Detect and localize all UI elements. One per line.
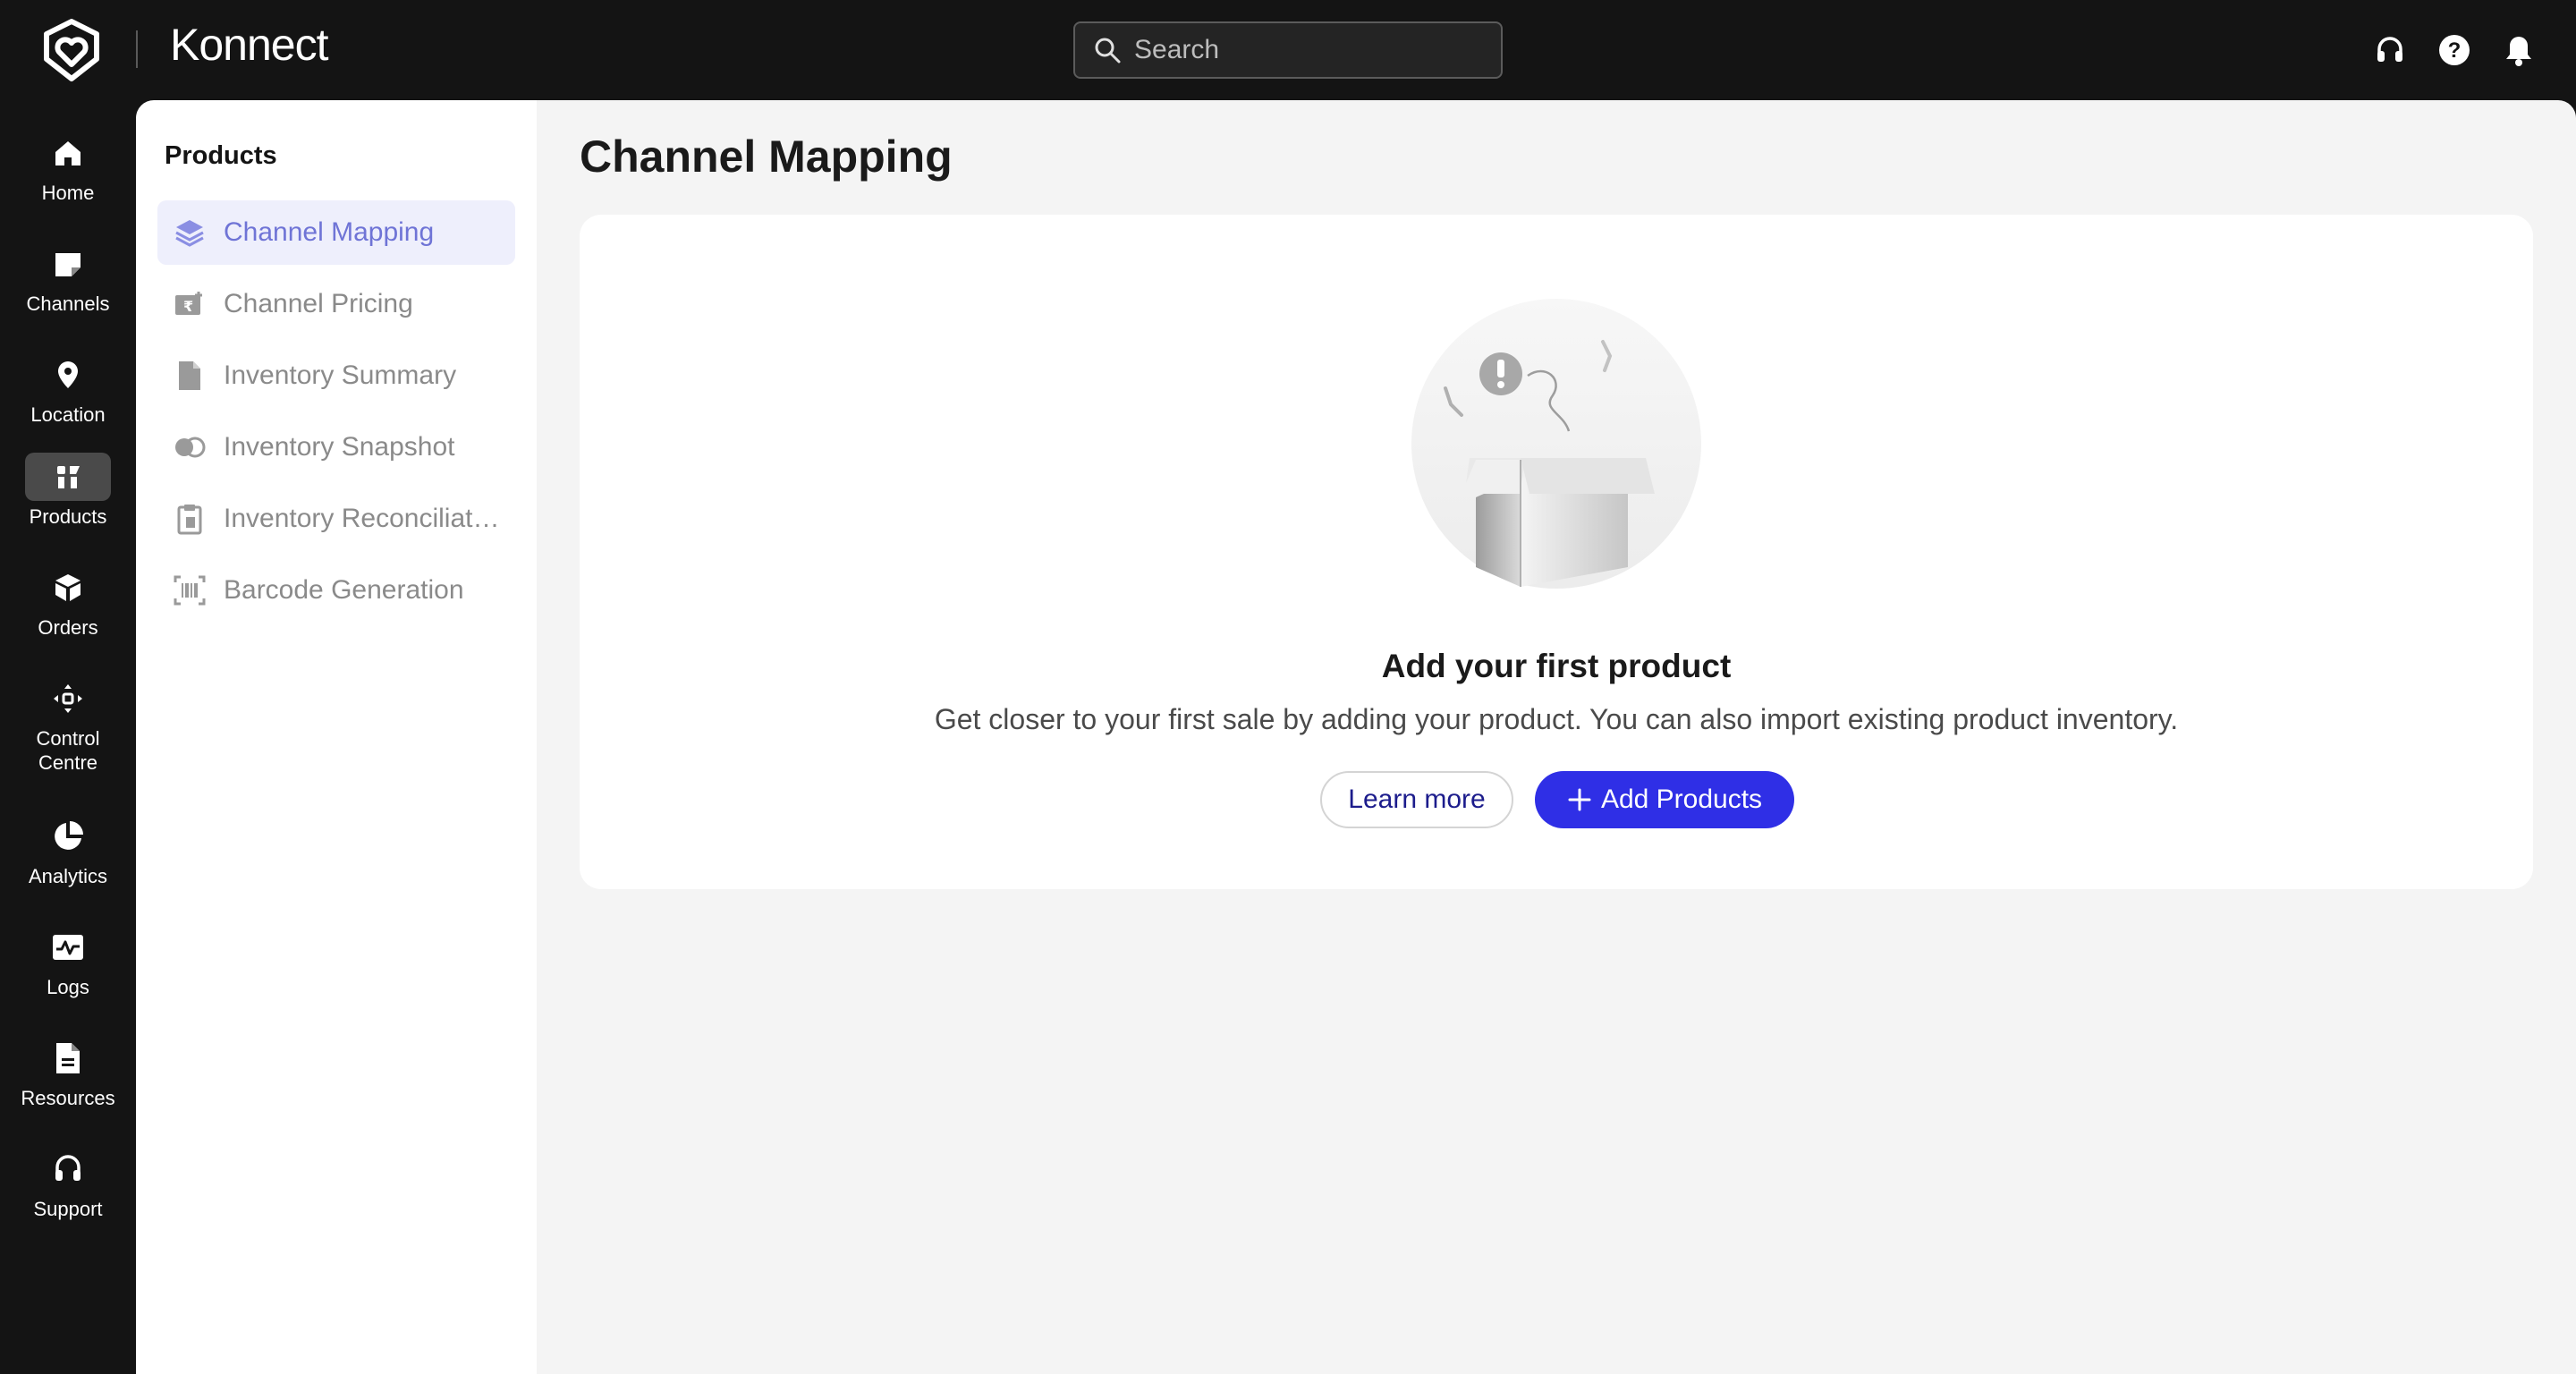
search-input[interactable] bbox=[1132, 34, 1472, 66]
learn-more-button[interactable]: Learn more bbox=[1320, 771, 1513, 828]
empty-state-subtitle: Get closer to your first sale by adding … bbox=[934, 703, 2179, 735]
nav-item-label: Location bbox=[30, 403, 106, 426]
empty-state-title: Add your first product bbox=[1381, 648, 1732, 684]
snapshot-icon bbox=[172, 429, 208, 465]
price-tag-icon: ₹ bbox=[172, 286, 208, 322]
help-icon[interactable]: ? bbox=[2436, 32, 2472, 68]
subnav-item-label: Channel Pricing bbox=[224, 289, 413, 318]
add-products-button[interactable]: Add Products bbox=[1535, 771, 1794, 828]
nav-item-analytics[interactable]: Analytics bbox=[0, 812, 136, 888]
headset-icon[interactable] bbox=[2372, 32, 2408, 68]
top-bar: Konnect ? bbox=[0, 0, 2576, 100]
nav-item-label: Resources bbox=[21, 1087, 115, 1109]
nav-item-label: Control Centre bbox=[36, 727, 100, 774]
control-centre-icon bbox=[25, 674, 111, 723]
layers-icon bbox=[172, 215, 208, 250]
bell-icon[interactable] bbox=[2501, 32, 2537, 68]
subnav-item-label: Inventory Summary bbox=[224, 360, 457, 390]
konnect-logo-icon[interactable] bbox=[39, 18, 104, 82]
document-icon bbox=[25, 1034, 111, 1082]
home-icon bbox=[25, 129, 111, 177]
file-icon bbox=[172, 358, 208, 394]
nav-item-resources[interactable]: Resources bbox=[0, 1034, 136, 1110]
nav-item-support[interactable]: Support bbox=[0, 1145, 136, 1221]
channels-icon bbox=[25, 240, 111, 288]
subnav-item-barcode-generation[interactable]: Barcode Generation bbox=[157, 558, 515, 623]
subnav-title: Products bbox=[165, 141, 277, 170]
search-box[interactable] bbox=[1073, 21, 1503, 79]
nav-item-products[interactable]: Products bbox=[0, 453, 136, 529]
subnav-item-channel-mapping[interactable]: Channel Mapping bbox=[157, 200, 515, 265]
nav-item-label: Analytics bbox=[28, 865, 108, 887]
nav-item-home[interactable]: Home bbox=[0, 129, 136, 205]
subnav-item-label: Inventory Reconciliati... bbox=[224, 504, 501, 533]
clipboard-icon bbox=[172, 501, 208, 537]
activity-icon bbox=[25, 923, 111, 971]
nav-item-label: Support bbox=[33, 1198, 103, 1220]
left-nav: Home Channels Location Products Orders C… bbox=[0, 100, 136, 1374]
add-products-label: Add Products bbox=[1600, 785, 1763, 814]
main-content: Channel Mapping Add your first product G… bbox=[537, 100, 2576, 1374]
empty-state-card: Add your first product Get closer to you… bbox=[580, 215, 2533, 889]
nav-item-channels[interactable]: Channels bbox=[0, 240, 136, 316]
subnav-item-label: Inventory Snapshot bbox=[224, 432, 455, 462]
svg-text:₹: ₹ bbox=[183, 298, 193, 315]
empty-box-illustration bbox=[1411, 299, 1701, 589]
subnav-item-label: Barcode Generation bbox=[224, 575, 464, 605]
svg-text:?: ? bbox=[2448, 38, 2462, 63]
pie-chart-icon bbox=[25, 812, 111, 861]
app-name: Konnect bbox=[170, 20, 328, 70]
plus-icon bbox=[1568, 788, 1591, 811]
box-icon bbox=[25, 564, 111, 612]
nav-item-orders[interactable]: Orders bbox=[0, 564, 136, 640]
nav-item-label: Logs bbox=[47, 976, 89, 998]
page-title: Channel Mapping bbox=[580, 131, 953, 182]
headset-icon bbox=[25, 1145, 111, 1193]
nav-item-location[interactable]: Location bbox=[0, 351, 136, 427]
nav-item-label: Channels bbox=[26, 293, 110, 315]
subnav-item-channel-pricing[interactable]: ₹ Channel Pricing bbox=[157, 272, 515, 336]
search-icon bbox=[1095, 38, 1121, 64]
barcode-icon bbox=[172, 572, 208, 608]
nav-item-control-centre[interactable]: Control Centre bbox=[0, 674, 136, 775]
subnav-item-inventory-snapshot[interactable]: Inventory Snapshot bbox=[157, 415, 515, 479]
subnav-item-inventory-reconciliation[interactable]: Inventory Reconciliati... bbox=[157, 487, 515, 551]
nav-item-label: Orders bbox=[38, 616, 98, 639]
subnav-item-label: Channel Mapping bbox=[224, 217, 435, 247]
subnav-item-inventory-summary[interactable]: Inventory Summary bbox=[157, 344, 515, 408]
nav-item-label: Home bbox=[41, 182, 95, 204]
products-subnav: Products Channel Mapping ₹ Channel Prici… bbox=[136, 100, 537, 1374]
logo-divider bbox=[136, 30, 138, 68]
products-icon bbox=[25, 453, 111, 501]
learn-more-label: Learn more bbox=[1348, 785, 1486, 814]
nav-item-label: Products bbox=[29, 505, 107, 528]
nav-item-logs[interactable]: Logs bbox=[0, 923, 136, 999]
location-pin-icon bbox=[25, 351, 111, 399]
